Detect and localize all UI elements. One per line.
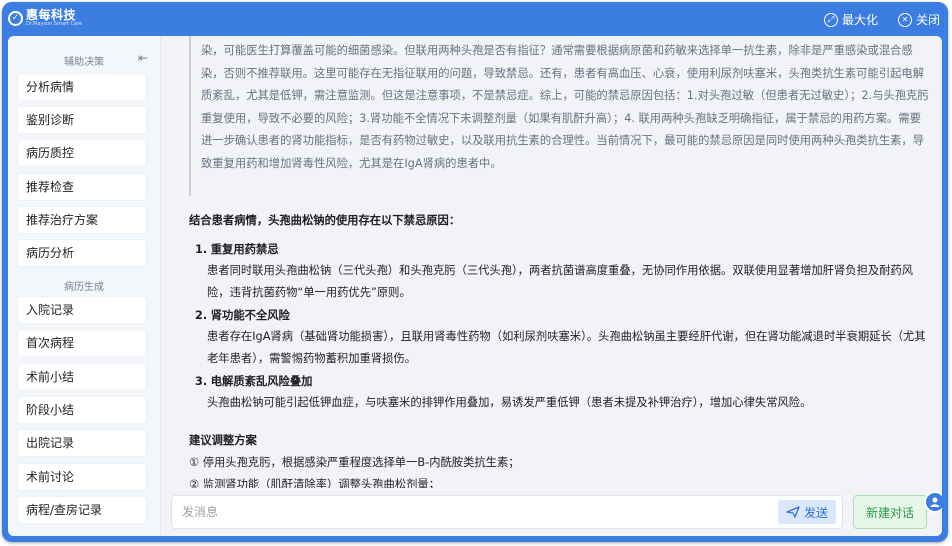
collapse-sidebar-icon[interactable]: ⇤ [136,51,150,65]
input-bar: 发送 新建对话 [161,488,942,536]
item-number: 3. [195,375,208,388]
advice-section: 建议调整方案 ① 停用头孢克肟，根据感染严重程度选择单一B-内酰胺类抗生素； ②… [189,430,929,488]
answer-item-2: 2. 肾功能不全风险 患者存在IgA肾病（基础肾功能损害），且联用肾毒性药物（如… [189,306,929,370]
close-label: 关闭 [916,13,941,27]
thinking-text: 染，可能医生打算覆盖可能的细菌感染。但联用两种头孢是否有指征？通常需要根据病原菌… [201,44,929,170]
logo-icon: ✓ [8,10,23,26]
sidebar-item-stage[interactable]: 阶段小结 [18,397,146,423]
chat-panel[interactable]: 染，可能医生打算覆盖可能的细菌感染。但联用两种头孢是否有指征？通常需要根据病原菌… [161,36,942,488]
message-input[interactable] [172,496,792,528]
advice-title: 建议调整方案 [189,434,257,447]
sidebar-item-quality[interactable]: 病历质控 [18,140,146,166]
sidebar-item-ward-round[interactable]: 病程/查房记录 [18,497,146,523]
advice-line-1: ① 停用头孢克肟，根据感染严重程度选择单一B-内酰胺类抗生素； [189,456,520,469]
thinking-quote: 染，可能医生打算覆盖可能的细菌感染。但联用两种头孢是否有指征？通常需要根据病原菌… [189,36,929,196]
scrollbar[interactable] [935,40,939,484]
item-number: 2. [195,309,208,322]
item-title: 电解质紊乱风险叠加 [210,375,313,388]
advice-line-2: ② 监测肾功能（肌酐清除率）调整头孢曲松剂量； [189,478,440,488]
send-icon [786,506,800,518]
title-bar: ✓ 惠每科技 Dr.Mayson Smart Care ⤢ 最大化 ✕ 关闭 [2,2,948,36]
sidebar-item-treatment[interactable]: 推荐治疗方案 [18,207,146,233]
sidebar-item-exam[interactable]: 推荐检查 [18,174,146,200]
sidebar-item-preop-discussion[interactable]: 术前讨论 [18,464,146,490]
content-area: 辅助决策 ⇤ 分析病情 鉴别诊断 病历质控 推荐检查 推荐治疗方案 病历分析 病… [8,36,942,536]
user-icon [930,497,940,507]
message-input-box: 发送 [171,495,843,529]
answer-heading: 结合患者病情，头孢曲松钠的使用存在以下禁忌原因： [189,214,461,227]
answer-item-1: 1. 重复用药禁忌 患者同时联用头孢曲松钠（三代头孢）和头孢克肟（三代头孢），两… [189,240,929,304]
sidebar-item-analyze[interactable]: 分析病情 [18,74,146,100]
app-window: ✓ 惠每科技 Dr.Mayson Smart Care ⤢ 最大化 ✕ 关闭 辅… [2,2,948,542]
sidebar-item-preop[interactable]: 术前小结 [18,364,146,390]
sidebar: 辅助决策 ⇤ 分析病情 鉴别诊断 病历质控 推荐检查 推荐治疗方案 病历分析 病… [8,36,161,536]
sidebar-item-admission[interactable]: 入院记录 [18,297,146,323]
close-button[interactable]: ✕ 关闭 [898,11,940,28]
item-number: 1. [195,243,208,256]
send-button[interactable]: 发送 [778,500,836,524]
sidebar-item-record-analysis[interactable]: 病历分析 [18,240,146,266]
app-logo: ✓ 惠每科技 Dr.Mayson Smart Care [8,9,82,27]
maximize-button[interactable]: ⤢ 最大化 [824,11,878,28]
section-title-generation: 病历生成 [64,282,104,293]
item-body: 头孢曲松钠可能引起低钾血症，与呋塞米的排钾作用叠加，易诱发严重低钾（患者未提及补… [207,396,812,409]
new-chat-label: 新建对话 [865,505,914,520]
maximize-icon: ⤢ [824,12,838,27]
sidebar-item-differential[interactable]: 鉴别诊断 [18,107,146,133]
maximize-label: 最大化 [842,13,879,27]
assistant-avatar-button[interactable] [924,491,942,513]
logo-subtitle: Dr.Mayson Smart Care [26,21,83,27]
sidebar-item-first-course[interactable]: 首次病程 [18,330,146,356]
item-title: 肾功能不全风险 [210,309,290,322]
item-body: 患者存在IgA肾病（基础肾功能损害），且联用肾毒性药物（如利尿剂呋塞米）。头孢曲… [207,330,926,365]
close-icon: ✕ [898,12,912,27]
item-body: 患者同时联用头孢曲松钠（三代头孢）和头孢克肟（三代头孢），两者抗菌谱高度重叠，无… [207,264,914,299]
new-chat-button[interactable]: 新建对话 [853,495,927,529]
sidebar-item-discharge[interactable]: 出院记录 [18,430,146,456]
send-label: 发送 [803,505,828,520]
logo-name: 惠每科技 [26,8,77,22]
answer-item-3: 3. 电解质紊乱风险叠加 头孢曲松钠可能引起低钾血症，与呋塞米的排钾作用叠加，易… [189,372,929,414]
item-title: 重复用药禁忌 [210,243,279,256]
